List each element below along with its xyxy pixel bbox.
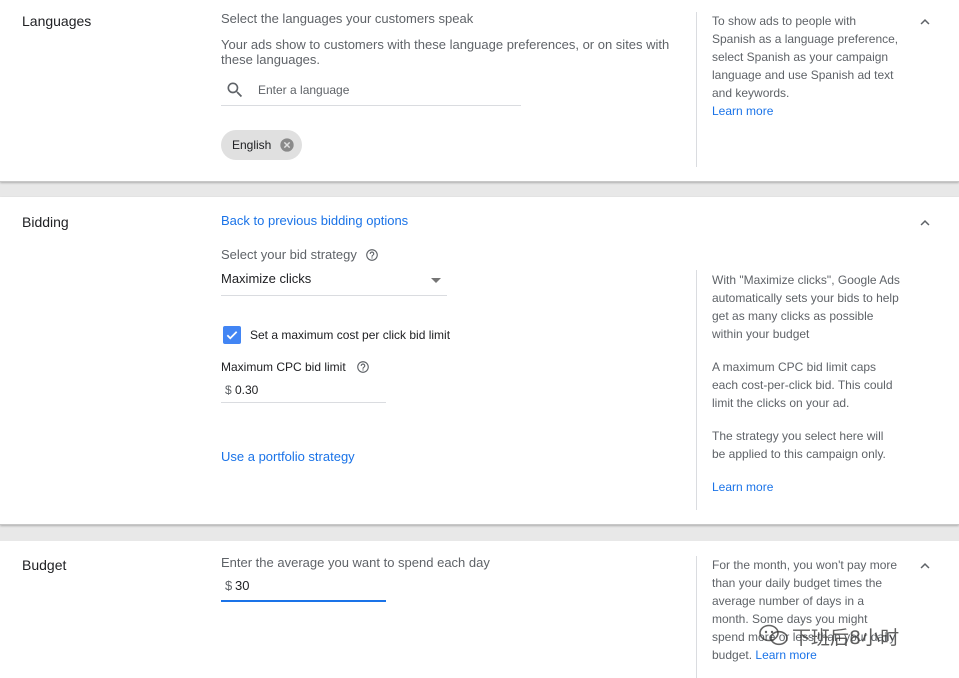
bid-strategy-value: Maximize clicks <box>221 271 312 286</box>
help-question-icon[interactable] <box>356 360 370 374</box>
language-chip-label: English <box>232 138 272 152</box>
bid-strategy-select[interactable]: Maximize clicks <box>221 270 447 296</box>
language-chip-english: English <box>221 130 302 160</box>
languages-divider <box>696 12 697 167</box>
portfolio-strategy-link[interactable]: Use a portfolio strategy <box>221 449 355 464</box>
language-search-input[interactable] <box>258 81 508 99</box>
help-question-icon[interactable] <box>365 248 379 262</box>
languages-help: To show ads to people with Spanish as a … <box>712 12 902 120</box>
bidding-help-p1: With "Maximize clicks", Google Ads autom… <box>712 273 900 341</box>
chevron-up-icon <box>920 220 930 226</box>
languages-title: Languages <box>22 13 92 29</box>
watermark-text: 下班后8小时 <box>792 627 900 649</box>
budget-section: Budget Enter the average you want to spe… <box>0 541 959 678</box>
budget-prompt: Enter the average you want to spend each… <box>221 555 490 570</box>
bidding-help-p2: A maximum CPC bid limit caps each cost-p… <box>712 360 893 410</box>
checkmark-icon <box>226 331 238 340</box>
languages-help-text: To show ads to people with Spanish as a … <box>712 14 899 100</box>
remove-chip-icon[interactable] <box>279 137 295 153</box>
budget-title: Budget <box>22 557 67 573</box>
chevron-up-icon <box>920 19 930 25</box>
collapse-languages-button[interactable] <box>916 13 934 31</box>
max-cpc-label: Maximum CPC bid limit <box>221 360 346 374</box>
languages-prompt: Select the languages your customers spea… <box>221 11 474 26</box>
daily-budget-field[interactable]: $ <box>221 575 386 602</box>
languages-learn-more-link[interactable]: Learn more <box>712 104 773 118</box>
max-cpc-checkbox[interactable] <box>223 326 241 344</box>
collapse-budget-button[interactable] <box>916 557 934 575</box>
bidding-divider <box>696 270 697 510</box>
currency-symbol: $ <box>225 578 233 593</box>
bidding-title: Bidding <box>22 214 69 230</box>
collapse-bidding-button[interactable] <box>916 214 934 232</box>
search-icon <box>227 82 243 98</box>
bidding-learn-more-link[interactable]: Learn more <box>712 480 773 494</box>
max-cpc-field[interactable]: $ <box>221 379 386 403</box>
languages-section: Languages Select the languages your cust… <box>0 0 959 182</box>
bidding-help: With "Maximize clicks", Google Ads autom… <box>712 271 900 496</box>
currency-symbol: $ <box>225 383 232 397</box>
max-cpc-checkbox-label[interactable]: Set a maximum cost per click bid limit <box>250 328 450 342</box>
budget-learn-more-link[interactable]: Learn more <box>755 648 816 662</box>
languages-description: Your ads show to customers with these la… <box>221 37 670 67</box>
wechat-logo-icon <box>759 624 788 646</box>
bidding-help-p3: The strategy you select here will be app… <box>712 429 886 461</box>
budget-divider <box>696 556 697 678</box>
chevron-up-icon <box>920 563 930 569</box>
dropdown-arrow-icon <box>431 278 441 283</box>
max-cpc-input[interactable] <box>235 382 375 398</box>
bid-strategy-label: Select your bid strategy <box>221 247 357 262</box>
bidding-section: Bidding Back to previous bidding options… <box>0 197 959 525</box>
back-to-bidding-options-link[interactable]: Back to previous bidding options <box>221 213 408 228</box>
daily-budget-input[interactable] <box>235 577 375 593</box>
language-search-field[interactable] <box>221 78 521 106</box>
